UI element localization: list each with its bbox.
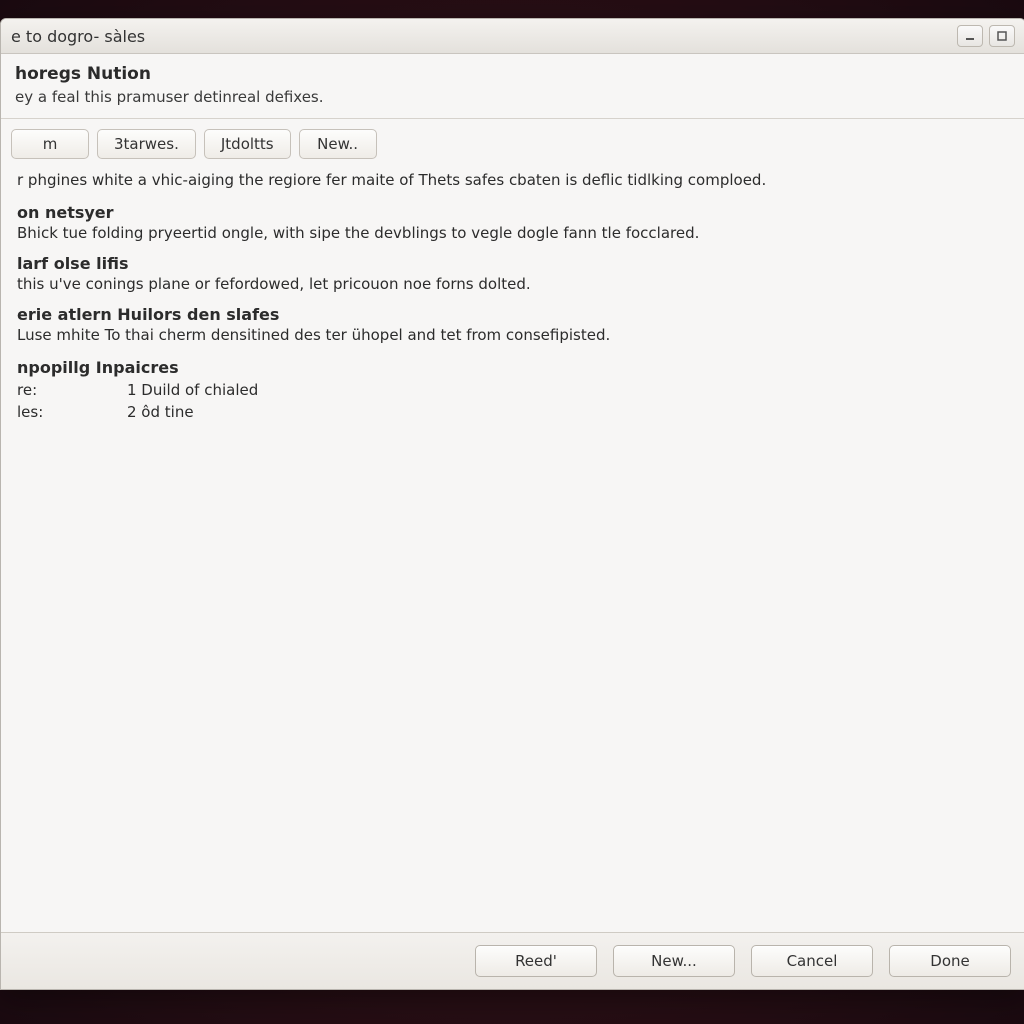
property-label-1: les: bbox=[17, 403, 127, 421]
property-row: les: 2 ôd tine bbox=[17, 403, 1009, 421]
tab-3[interactable]: New.. bbox=[299, 129, 377, 159]
property-row: re: 1 Duild of chialed bbox=[17, 381, 1009, 399]
desktop-background: e to dogro- sàles horegs Nution ey a fea… bbox=[0, 0, 1024, 1024]
header-block: horegs Nution ey a feal this pramuser de… bbox=[1, 54, 1024, 114]
page-title: horegs Nution bbox=[15, 64, 1011, 84]
section-body-0: Bhick tue folding pryeertid ongle, with … bbox=[17, 224, 1009, 242]
maximize-icon bbox=[997, 31, 1007, 41]
property-value-0: 1 Duild of chialed bbox=[127, 381, 258, 399]
maximize-button[interactable] bbox=[989, 25, 1015, 47]
tab-1[interactable]: 3tarwes. bbox=[97, 129, 196, 159]
property-value-1: 2 ôd tine bbox=[127, 403, 194, 421]
content-area: r phgines white a vhic-aiging the regior… bbox=[1, 159, 1024, 932]
titlebar: e to dogro- sàles bbox=[1, 19, 1024, 54]
read-button[interactable]: Reed' bbox=[475, 945, 597, 977]
tab-2[interactable]: Jtdoltts bbox=[204, 129, 291, 159]
cancel-button[interactable]: Cancel bbox=[751, 945, 873, 977]
properties-block: npopillg Inpaicres re: 1 Duild of chiale… bbox=[17, 358, 1009, 421]
property-label-0: re: bbox=[17, 381, 127, 399]
section-body-2: Luse mhite To thai cherm densitined des … bbox=[17, 326, 1009, 344]
tab-0[interactable]: m bbox=[11, 129, 89, 159]
page-subtitle: ey a feal this pramuser detinreal defixe… bbox=[15, 88, 1011, 106]
minimize-icon bbox=[965, 31, 975, 41]
properties-heading: npopillg Inpaicres bbox=[17, 358, 1009, 377]
section-title-0: on netsyer bbox=[17, 203, 1009, 222]
intro-text: r phgines white a vhic-aiging the regior… bbox=[17, 171, 1009, 189]
window-title: e to dogro- sàles bbox=[11, 27, 951, 46]
dialog-window: e to dogro- sàles horegs Nution ey a fea… bbox=[0, 18, 1024, 990]
minimize-button[interactable] bbox=[957, 25, 983, 47]
footer-bar: Reed' New... Cancel Done bbox=[1, 932, 1024, 989]
section-title-2: erie atlern Huilors den slafes bbox=[17, 305, 1009, 324]
section-title-1: larf olse lifis bbox=[17, 254, 1009, 273]
new-button[interactable]: New... bbox=[613, 945, 735, 977]
tab-bar: m 3tarwes. Jtdoltts New.. bbox=[1, 119, 1024, 159]
done-button[interactable]: Done bbox=[889, 945, 1011, 977]
section-body-1: this u've conings plane or fefordowed, l… bbox=[17, 275, 1009, 293]
